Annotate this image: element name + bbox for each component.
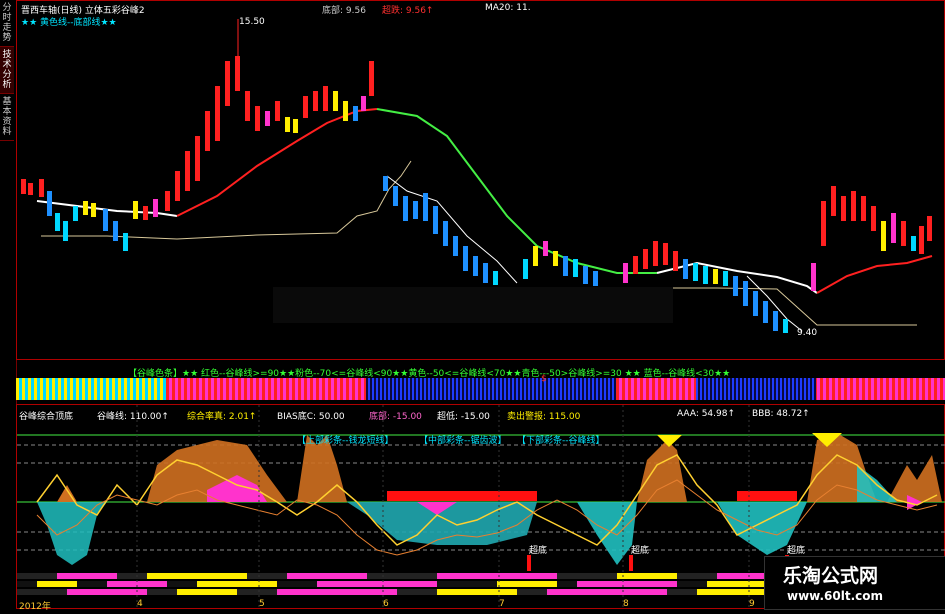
timeline-label-5: 5 bbox=[259, 599, 265, 609]
ma-line-red-2 bbox=[816, 255, 933, 294]
super-low-indicator: 超跌: 9.56↑ bbox=[382, 6, 434, 16]
timeline-label-7: 7 bbox=[499, 599, 505, 609]
bottom-indicator: 底部: 9.56 bbox=[322, 6, 366, 16]
strip-marker: $ bbox=[541, 374, 547, 384]
bottom-marker-3: 超底 bbox=[787, 546, 806, 556]
tab-basic-info[interactable]: 基本资料 bbox=[0, 94, 14, 141]
maichu-value: 卖出警报: 115.00 bbox=[507, 412, 581, 422]
main-chart-panel: 晋西车轴(日线) 立体五彩谷峰2 ★★ 黄色线--底部线★★ 底部: 9.56 … bbox=[16, 0, 945, 360]
bottom-marker-2: 超底 bbox=[631, 546, 650, 556]
bottom-line bbox=[41, 160, 412, 240]
chart-subtitle: ★★ 黄色线--底部线★★ bbox=[21, 18, 117, 28]
timeline-label-8: 8 bbox=[623, 599, 629, 609]
sublegend-upper: 【上部彩条--钱龙短线】 bbox=[297, 436, 394, 446]
indicator-name: 谷峰综合顶底 bbox=[19, 412, 74, 422]
timeline-label-6: 6 bbox=[383, 599, 389, 609]
dibu-value: 底部: -15.00 bbox=[369, 412, 422, 422]
zonghe-value: 综合率真: 2.01↑ bbox=[187, 412, 257, 422]
candles-group-3 bbox=[811, 186, 932, 291]
watermark: 乐淘公式网 www.60lt.com bbox=[764, 556, 945, 610]
timeline-label-4: 4 bbox=[137, 599, 143, 609]
gufeng-value: 谷峰线: 110.00↑ bbox=[97, 412, 169, 422]
watermark-name: 乐淘公式网 bbox=[783, 565, 879, 587]
candles-group-1 bbox=[21, 19, 374, 251]
bottom-marker-1: 超底 bbox=[529, 546, 548, 556]
bias-value: BIAS底C: 50.00 bbox=[277, 412, 345, 422]
low-price-label: 9.40 bbox=[797, 328, 818, 338]
sublegend-lower: 【下部彩条--谷峰线】 bbox=[517, 436, 605, 446]
bbb-value: BBB: 48.72↑ bbox=[752, 409, 810, 419]
chaodi-value: 超低: -15.00 bbox=[437, 412, 490, 422]
price-chart bbox=[21, 19, 933, 333]
high-price-label: 15.50 bbox=[239, 17, 265, 27]
ma-line-green bbox=[376, 108, 657, 274]
tab-timeshare[interactable]: 分时走势 bbox=[0, 0, 14, 47]
timeline-label-year: 2012年 bbox=[19, 602, 51, 612]
ma20-indicator: MA20: 11. bbox=[485, 3, 531, 13]
sublegend-middle: 【中部彩条--锯齿波】 bbox=[419, 436, 507, 446]
aaa-value: AAA: 54.98↑ bbox=[677, 409, 736, 419]
watermark-url: www.60lt.com bbox=[787, 589, 884, 603]
sidebar: 分时走势 技术分析 基本资料 bbox=[0, 0, 17, 609]
color-strip: $ bbox=[16, 374, 945, 400]
tab-tech-analysis[interactable]: 技术分析 bbox=[0, 47, 14, 94]
timeline-label-9: 9 bbox=[749, 599, 755, 609]
bottom-line-2 bbox=[667, 287, 917, 326]
